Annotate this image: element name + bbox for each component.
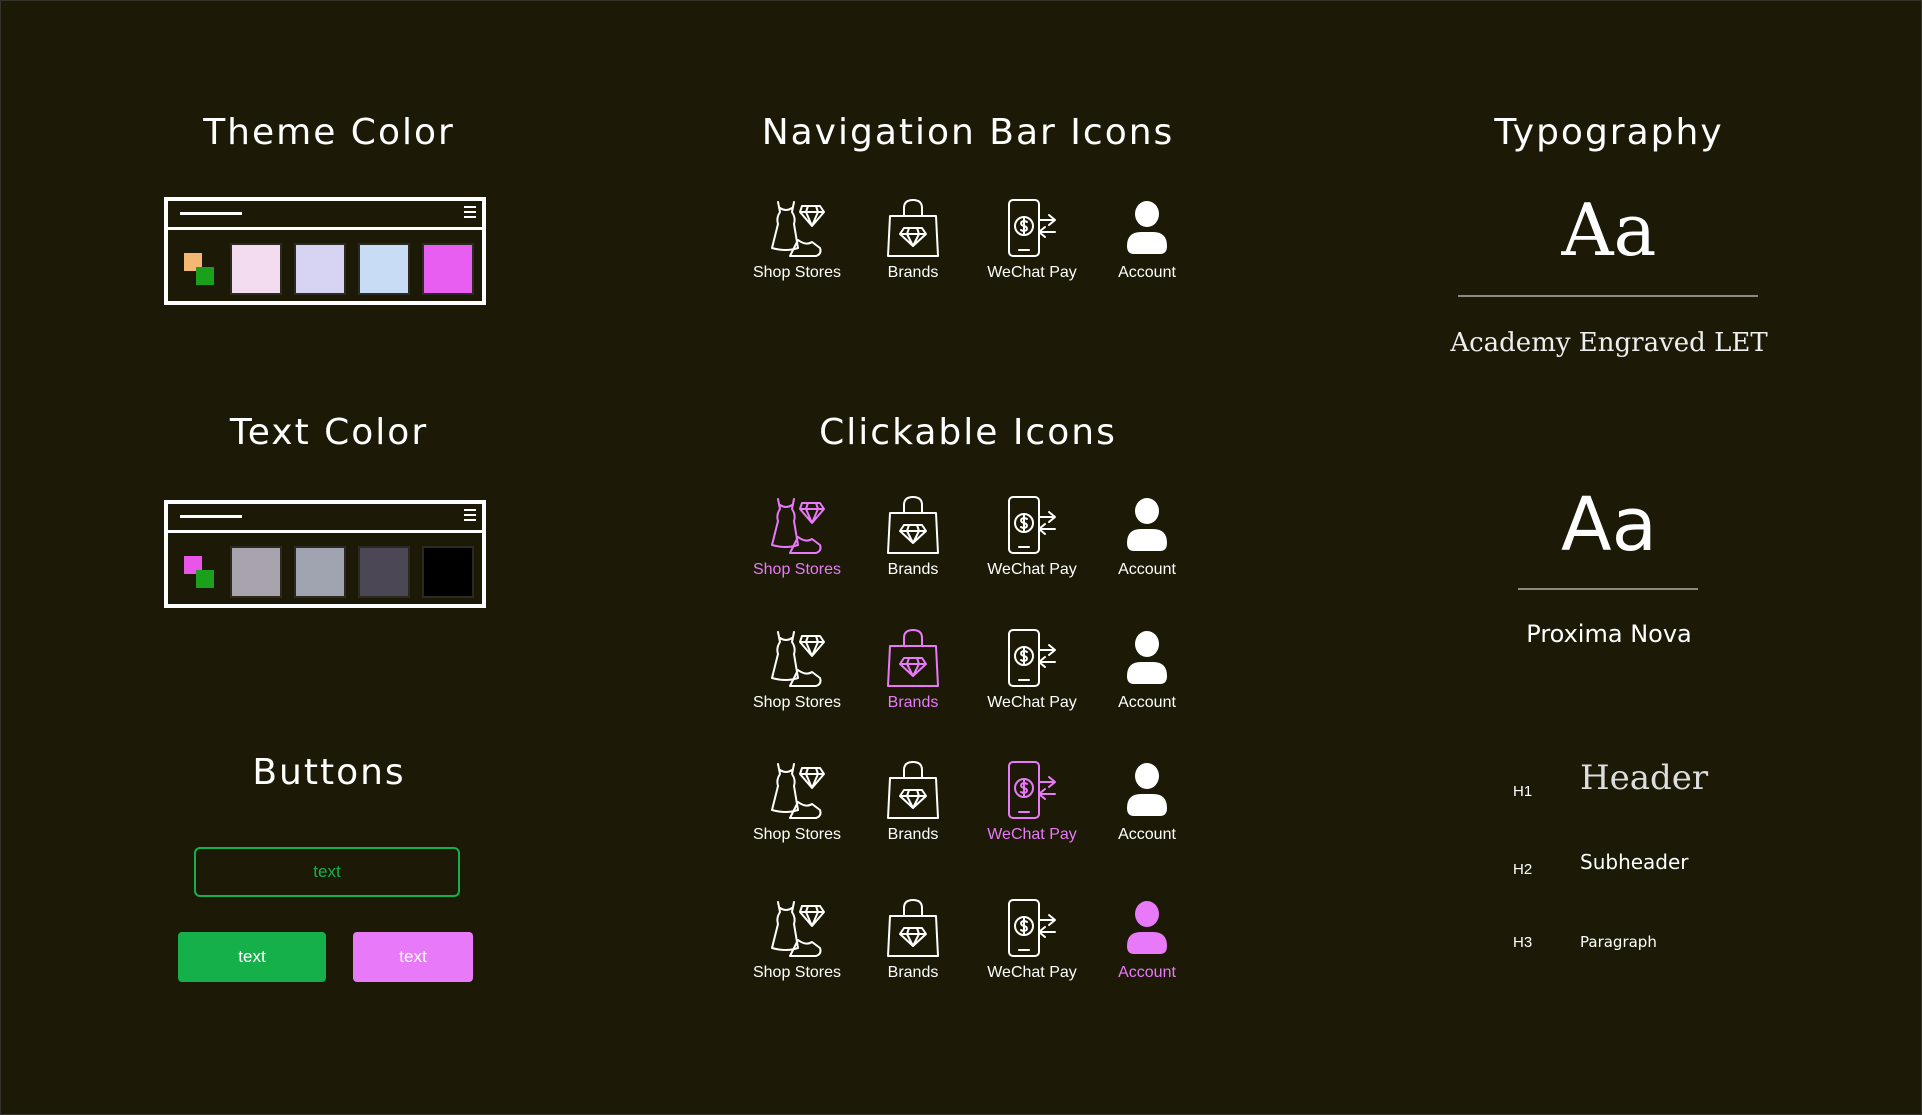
icon-label: WeChat Pay: [987, 694, 1077, 711]
person-icon: [1087, 898, 1207, 958]
diamond-bag-icon: [853, 628, 973, 688]
icon-label: Account: [1118, 264, 1176, 281]
nav-item-wechat-pay[interactable]: WeChat Pay: [972, 628, 1092, 712]
phone-pay-icon: [972, 495, 1092, 555]
color-swatch: [230, 546, 282, 598]
palette-header: [168, 201, 482, 230]
nav-item-wechat-pay[interactable]: WeChat Pay: [972, 898, 1092, 982]
phone-pay-icon: [972, 198, 1092, 258]
person-icon: [1087, 628, 1207, 688]
person-icon: [1087, 198, 1207, 258]
nav-item-shop-stores[interactable]: Shop Stores: [737, 760, 857, 844]
menu-icon: [464, 509, 476, 524]
nav-item-brands[interactable]: Brands: [853, 760, 973, 844]
phone-pay-icon: [972, 760, 1092, 820]
nav-item-brands[interactable]: Brands: [853, 628, 973, 712]
icon-label: Account: [1118, 826, 1176, 843]
nav-item-brands[interactable]: Brands: [853, 495, 973, 579]
nav-item-wechat-pay[interactable]: WeChat Pay: [972, 198, 1092, 282]
nav-item-account[interactable]: Account: [1087, 628, 1207, 712]
palette-title-line: [180, 515, 242, 518]
phone-pay-icon: [972, 628, 1092, 688]
color-swatch: [358, 243, 410, 295]
clickable-icons-title: Clickable Icons: [819, 412, 1117, 453]
palette-header: [168, 504, 482, 533]
nav-item-shop-stores[interactable]: Shop Stores: [737, 628, 857, 712]
color-swatch: [358, 546, 410, 598]
dress-shoe-icon: [737, 898, 857, 958]
dress-shoe-icon: [737, 198, 857, 258]
icon-label: Account: [1118, 561, 1176, 578]
primary-button[interactable]: text: [178, 932, 326, 982]
font1-sample: Aa: [1561, 188, 1657, 272]
nav-item-wechat-pay[interactable]: WeChat Pay: [972, 495, 1092, 579]
h3-sample: Paragraph: [1580, 933, 1657, 951]
diamond-bag-icon: [853, 760, 973, 820]
icon-label: Shop Stores: [752, 694, 842, 711]
font2-name: Proxima Nova: [1526, 620, 1692, 648]
font2-sample: Aa: [1561, 482, 1657, 568]
outline-button[interactable]: text: [194, 847, 460, 897]
color-swatch: [230, 243, 282, 295]
color-swatch: [422, 546, 474, 598]
icon-label: Shop Stores: [752, 561, 842, 578]
nav-item-account[interactable]: Account: [1087, 198, 1207, 282]
icon-label: Shop Stores: [752, 826, 842, 843]
nav-item-brands[interactable]: Brands: [853, 198, 973, 282]
icon-label: Brands: [887, 561, 939, 578]
diamond-bag-icon: [853, 495, 973, 555]
nav-item-account[interactable]: Account: [1087, 495, 1207, 579]
h1-sample: Header: [1580, 758, 1709, 798]
menu-icon: [464, 206, 476, 221]
dress-shoe-icon: [737, 760, 857, 820]
typography-title: Typography: [1494, 112, 1724, 153]
icon-label: Brands: [887, 694, 939, 711]
person-icon: [1087, 760, 1207, 820]
diamond-bag-icon: [853, 198, 973, 258]
font2-divider: [1518, 588, 1698, 590]
icon-label: Shop Stores: [752, 964, 842, 981]
secondary-button[interactable]: text: [353, 932, 473, 982]
theme-color-title: Theme Color: [203, 112, 455, 153]
color-swatch: [294, 546, 346, 598]
person-icon: [1087, 495, 1207, 555]
nav-item-shop-stores[interactable]: Shop Stores: [737, 495, 857, 579]
dress-shoe-icon: [737, 495, 857, 555]
font1-divider: [1458, 295, 1758, 297]
icon-label: Account: [1118, 964, 1176, 981]
icon-label: WeChat Pay: [987, 964, 1077, 981]
logo-icon: [184, 556, 218, 590]
text-color-title: Text Color: [229, 412, 429, 453]
h2-sample: Subheader: [1580, 850, 1689, 874]
icon-label: Account: [1118, 694, 1176, 711]
nav-item-shop-stores[interactable]: Shop Stores: [737, 198, 857, 282]
icon-label: Shop Stores: [752, 264, 842, 281]
nav-icons-title: Navigation Bar Icons: [761, 112, 1175, 153]
buttons-title: Buttons: [252, 752, 406, 793]
h1-label: H1: [1513, 783, 1533, 800]
nav-item-account[interactable]: Account: [1087, 898, 1207, 982]
logo-icon: [184, 253, 218, 287]
icon-label: Brands: [887, 826, 939, 843]
text-color-palette: [164, 500, 486, 608]
nav-item-wechat-pay[interactable]: WeChat Pay: [972, 760, 1092, 844]
icon-label: WeChat Pay: [987, 826, 1077, 843]
theme-color-palette: [164, 197, 486, 305]
diamond-bag-icon: [853, 898, 973, 958]
icon-label: Brands: [887, 964, 939, 981]
icon-label: WeChat Pay: [987, 264, 1077, 281]
font1-name: Academy Engraved LET: [1450, 328, 1768, 358]
nav-item-account[interactable]: Account: [1087, 760, 1207, 844]
nav-item-shop-stores[interactable]: Shop Stores: [737, 898, 857, 982]
h2-label: H2: [1513, 861, 1533, 878]
color-swatch: [422, 243, 474, 295]
icon-label: WeChat Pay: [987, 561, 1077, 578]
icon-label: Brands: [887, 264, 939, 281]
nav-item-brands[interactable]: Brands: [853, 898, 973, 982]
color-swatch: [294, 243, 346, 295]
h3-label: H3: [1513, 934, 1533, 951]
palette-title-line: [180, 212, 242, 215]
phone-pay-icon: [972, 898, 1092, 958]
dress-shoe-icon: [737, 628, 857, 688]
